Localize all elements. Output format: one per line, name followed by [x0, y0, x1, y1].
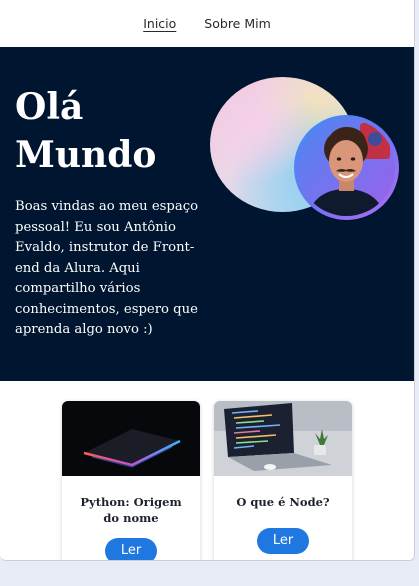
- read-button[interactable]: Ler: [257, 528, 309, 554]
- top-navigation: Inicio Sobre Mim: [0, 0, 414, 47]
- card-title: Python: Origem do nome: [80, 495, 182, 525]
- nav-link-inicio[interactable]: Inicio: [143, 16, 176, 31]
- article-card: O que é Node? Ler: [214, 401, 352, 560]
- avatar: [298, 119, 395, 216]
- nav-link-sobre-mim[interactable]: Sobre Mim: [204, 16, 270, 31]
- card-title: O que é Node?: [236, 495, 330, 509]
- article-card: Python: Origem do nome Ler: [62, 401, 200, 560]
- hero-title: Olá Mundo: [15, 86, 157, 176]
- laptop-closed-image: [62, 401, 200, 476]
- browser-window: Inicio Sobre Mim Olá Mundo Boas vindas a…: [0, 0, 415, 561]
- hero-description: Boas vindas ao meu espaço pessoal! Eu so…: [15, 199, 199, 337]
- person-portrait-icon: [308, 123, 390, 216]
- articles-section: Python: Origem do nome Ler O que é Node?…: [0, 381, 414, 560]
- laptop-code-image: [214, 401, 352, 476]
- read-button[interactable]: Ler: [105, 538, 157, 560]
- hero-section: Olá Mundo Boas vindas ao meu espaço pess…: [0, 47, 414, 381]
